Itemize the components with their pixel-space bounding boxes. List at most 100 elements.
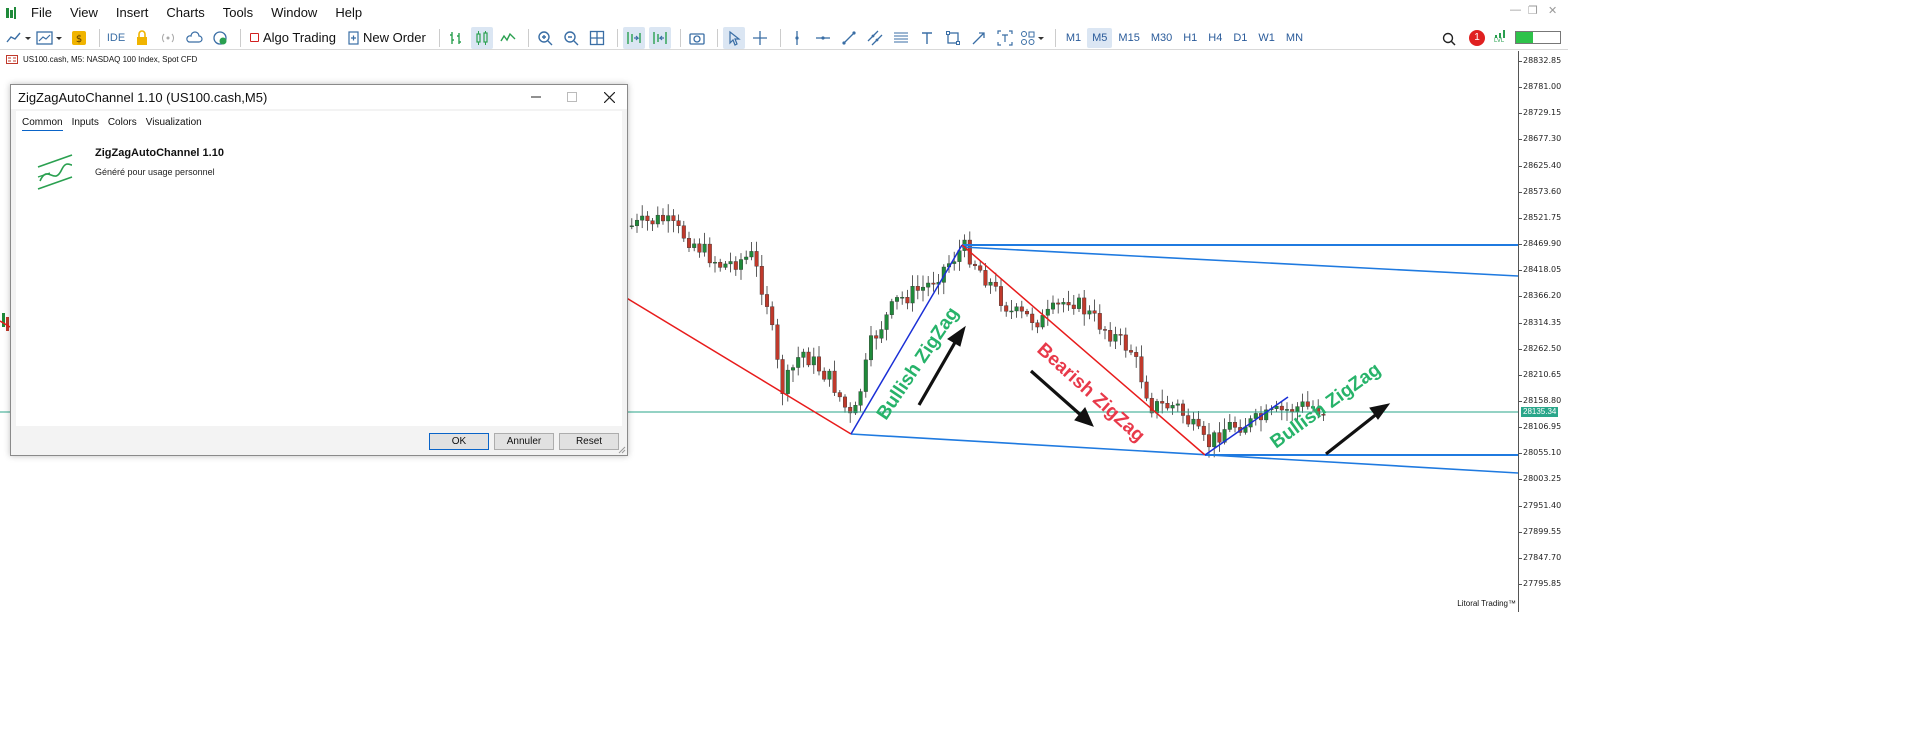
price-tick-label: 28418.05 [1523, 265, 1562, 275]
dialog-maximize-icon[interactable] [562, 88, 582, 106]
menu-charts[interactable]: Charts [157, 0, 213, 26]
candle-body [707, 243, 712, 264]
algo-trading-label: Algo Trading [263, 30, 336, 45]
candlestick-icon[interactable] [470, 26, 493, 49]
fibonacci-icon[interactable] [890, 27, 912, 49]
search-icon[interactable] [1438, 28, 1460, 50]
vertical-line-icon[interactable] [786, 27, 808, 49]
candle-body [645, 215, 650, 221]
algo-trading-button[interactable]: Algo Trading [246, 30, 340, 45]
dialog-minimize-icon[interactable] [526, 88, 546, 106]
price-tick-label: 28055.10 [1523, 448, 1562, 458]
tab-common[interactable]: Common [22, 117, 63, 131]
close-icon[interactable]: ✕ [1548, 4, 1557, 17]
template-icon[interactable] [36, 27, 64, 49]
chart-shift-icon[interactable] [648, 26, 671, 49]
horizontal-line-icon[interactable] [812, 27, 834, 49]
price-tick-label: 27951.40 [1523, 500, 1562, 510]
text-tool-icon[interactable] [916, 27, 938, 49]
tab-colors[interactable]: Colors [108, 117, 137, 131]
tab-inputs[interactable]: Inputs [72, 117, 99, 131]
candle-body [1284, 409, 1289, 411]
timeframe-w1[interactable]: W1 [1253, 28, 1280, 48]
reset-button[interactable]: Reset [559, 433, 619, 450]
candle-body [1191, 418, 1196, 425]
crosshair-icon[interactable] [749, 27, 771, 49]
menu-insert[interactable]: Insert [107, 0, 158, 26]
trendline-icon[interactable] [838, 27, 860, 49]
dialog-close-icon[interactable] [599, 88, 619, 106]
price-tick-label: 28677.30 [1523, 134, 1562, 144]
candle-body [765, 294, 770, 307]
timeframe-h4[interactable]: H4 [1203, 28, 1227, 48]
candle-body [1056, 302, 1061, 305]
timeframe-d1[interactable]: D1 [1228, 28, 1252, 48]
candle-body [666, 215, 671, 222]
candle-body [952, 261, 957, 264]
new-order-button[interactable]: New Order [344, 30, 430, 45]
candle-body [900, 297, 905, 299]
candle-body [973, 263, 978, 266]
autoscroll-icon[interactable] [622, 26, 645, 49]
menu-help[interactable]: Help [326, 0, 371, 26]
cancel-button[interactable]: Annuler [494, 433, 554, 450]
candle-body [676, 220, 681, 226]
candle-body [1108, 330, 1113, 342]
restore-icon[interactable]: ❐ [1528, 4, 1538, 17]
candle-body [1045, 308, 1050, 316]
dollar-icon[interactable]: $ [68, 27, 90, 49]
vps-icon[interactable] [209, 27, 231, 49]
price-tick-mark [1519, 374, 1522, 376]
zoom-out-icon[interactable] [560, 27, 582, 49]
tab-visualization[interactable]: Visualization [146, 117, 202, 131]
timeframe-h1[interactable]: H1 [1178, 28, 1202, 48]
zoom-in-icon[interactable] [534, 27, 556, 49]
candle-body [874, 335, 879, 339]
candle-body [999, 286, 1004, 306]
dialog-titlebar[interactable]: ZigZagAutoChannel 1.10 (US100.cash,M5) [11, 85, 627, 109]
price-tick-label: 28573.60 [1523, 186, 1562, 196]
timeframe-m15[interactable]: M15 [1113, 28, 1144, 48]
svg-text:$: $ [76, 34, 82, 45]
price-tick-label: 28003.25 [1523, 474, 1562, 484]
timeframe-mn[interactable]: MN [1281, 28, 1308, 48]
signal-icon[interactable] [157, 27, 179, 49]
minimize-icon[interactable]: — [1510, 4, 1521, 16]
candle-body [905, 297, 910, 304]
candle-body [650, 220, 655, 225]
menu-bar: File View Insert Charts Tools Window Hel… [0, 0, 1568, 26]
annotation-bullish-2: Bullish ZigZag [1267, 359, 1385, 453]
cloud-icon[interactable] [183, 27, 205, 49]
grid-icon[interactable] [586, 27, 608, 49]
dialog-body: Common Inputs Colors Visualization ZigZa… [16, 111, 622, 426]
screenshot-icon[interactable] [686, 27, 708, 49]
label-tool-icon[interactable] [994, 27, 1016, 49]
menu-tools[interactable]: Tools [214, 0, 262, 26]
lock-icon[interactable] [131, 27, 153, 49]
candle-body [1175, 403, 1180, 406]
timeframe-m5[interactable]: M5 [1087, 27, 1113, 48]
rectangle-tool-icon[interactable] [942, 27, 964, 49]
arrow-tool-icon[interactable] [968, 27, 990, 49]
shapes-menu-icon[interactable] [1020, 27, 1046, 49]
candle-body [1097, 313, 1102, 330]
candle-body [780, 359, 785, 394]
ide-button[interactable]: IDE [105, 27, 127, 49]
candle-body [1128, 350, 1133, 353]
ok-button[interactable]: OK [429, 433, 489, 450]
timeframe-m30[interactable]: M30 [1146, 28, 1177, 48]
bar-chart-icon[interactable] [445, 27, 467, 49]
chart-menu-icon[interactable] [6, 55, 18, 64]
channel-icon[interactable] [864, 27, 886, 49]
resize-grip-icon[interactable] [618, 446, 626, 454]
chart-type-icon[interactable] [6, 27, 32, 49]
notifications-icon[interactable]: 1 [1466, 28, 1486, 48]
line-chart-icon[interactable] [497, 27, 519, 49]
cursor-icon[interactable] [722, 26, 745, 49]
timeframe-m1[interactable]: M1 [1061, 28, 1086, 48]
menu-window[interactable]: Window [262, 0, 326, 26]
menu-view[interactable]: View [61, 0, 107, 26]
menu-file[interactable]: File [22, 0, 61, 26]
price-axis[interactable]: 28832.85 28781.00 28729.15 28677.30 28625.40… [1518, 51, 1568, 612]
new-order-label: New Order [363, 30, 426, 45]
